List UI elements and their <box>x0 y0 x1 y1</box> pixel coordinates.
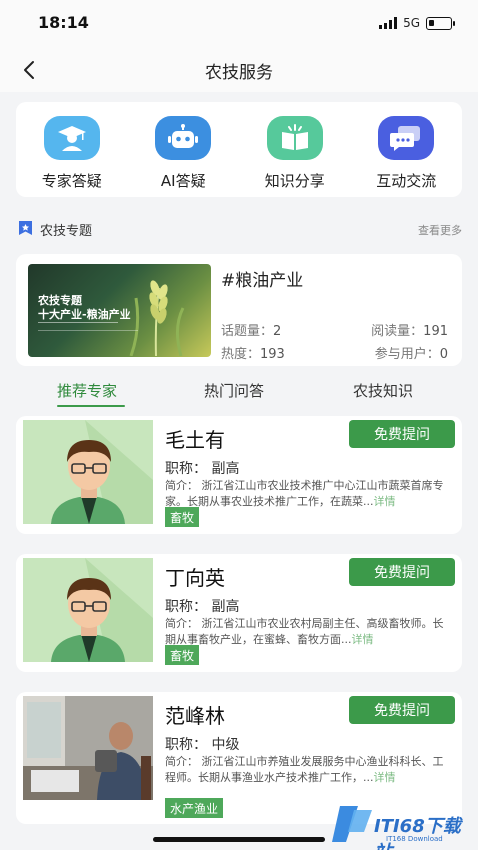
expert-card[interactable]: 丁向英 免费提问 职称： 副高 简介： 浙江省江山市农业农村局副主任、高级畜牧师… <box>16 554 462 672</box>
watermark-subtext: IT168 Download <box>386 835 443 843</box>
free-ask-button[interactable]: 免费提问 <box>349 696 455 724</box>
expert-title: 职称： 副高 <box>165 461 240 477</box>
expert-tag: 水产渔业 <box>165 798 224 818</box>
content-tabs: 推荐专家 热门问答 农技知识 <box>16 372 462 408</box>
stat-topic-count: 话题量：2 <box>221 324 282 339</box>
chat-icon <box>378 116 435 160</box>
expert-avatar <box>23 558 153 662</box>
tab-agri-knowledge[interactable]: 农技知识 <box>353 380 413 401</box>
topic-cover-image: 农技专题 十大产业-粮油产业 <box>28 264 211 357</box>
watermark-logo-icon <box>332 806 372 842</box>
stat-read-count: 阅读量：191 <box>371 324 448 339</box>
topic-section-header: 农技专题 查看更多 <box>16 218 462 240</box>
topic-title: #粮油产业 <box>221 271 304 291</box>
section-title: 农技专题 <box>40 224 93 239</box>
view-more-link[interactable]: 查看更多 <box>418 222 462 238</box>
expert-avatar <box>23 420 153 524</box>
expert-photo <box>23 696 153 800</box>
page-title: 农技服务 <box>205 63 273 83</box>
watermark: ITI68下载站 IT168 Download <box>330 800 478 850</box>
service-label: 专家答疑 <box>41 172 102 190</box>
status-indicators: 5G <box>379 16 455 30</box>
tab-hot-qa[interactable]: 热门问答 <box>204 380 264 401</box>
service-label: 知识分享 <box>264 172 325 190</box>
expert-intro: 简介： 浙江省江山市养殖业发展服务中心渔业科科长、工程师。长期从事渔业水产技术推… <box>165 755 444 784</box>
battery-icon <box>426 16 455 30</box>
detail-link[interactable]: 详情 <box>374 771 396 784</box>
service-grid: 专家答疑 AI答疑 知识分享 互动交流 <box>16 102 462 197</box>
service-label: 互动交流 <box>376 172 437 190</box>
expert-name: 毛土有 <box>165 428 225 452</box>
nav-bar: 农技服务 <box>0 48 478 92</box>
bookmark-star-icon <box>19 221 32 235</box>
signal-icon <box>379 17 398 29</box>
expert-card[interactable]: 毛土有 免费提问 职称： 副高 简介： 浙江省江山市农业技术推广中心江山市蔬菜首… <box>16 416 462 534</box>
service-expert-qa[interactable]: 专家答疑 <box>27 116 117 197</box>
status-bar: 18:14 5G <box>0 0 478 48</box>
detail-link[interactable]: 详情 <box>374 495 396 508</box>
book-icon <box>266 116 323 160</box>
network-label: 5G <box>403 16 420 30</box>
expert-tag: 畜牧 <box>165 507 200 527</box>
robot-icon <box>155 116 212 160</box>
cover-line-2: 十大产业-粮油产业 <box>38 308 131 321</box>
expert-title: 职称： 副高 <box>165 599 240 615</box>
expert-name: 丁向英 <box>165 566 225 590</box>
active-tab-indicator <box>57 405 125 407</box>
tab-recommended-experts[interactable]: 推荐专家 <box>57 380 117 401</box>
free-ask-button[interactable]: 免费提问 <box>349 558 455 586</box>
detail-link[interactable]: 详情 <box>352 633 374 646</box>
expert-graduate-icon <box>43 116 100 160</box>
expert-intro: 简介： 浙江省江山市农业技术推广中心江山市蔬菜首席专家。长期从事农业技术推广工作… <box>165 479 444 508</box>
service-label: AI答疑 <box>160 172 206 190</box>
stat-participants: 参与用户：0 <box>374 347 448 362</box>
wheat-illustration <box>129 280 185 356</box>
service-knowledge[interactable]: 知识分享 <box>250 116 340 197</box>
topic-card[interactable]: 农技专题 十大产业-粮油产业 #粮油产业 话题量：2 阅读量：191 热度：19… <box>16 254 462 366</box>
stat-heat: 热度：193 <box>221 347 285 362</box>
status-time: 18:14 <box>38 13 89 32</box>
home-indicator[interactable] <box>153 837 325 842</box>
expert-name: 范峰林 <box>165 704 225 728</box>
expert-title: 职称： 中级 <box>165 737 240 753</box>
expert-intro: 简介： 浙江省江山市农业农村局副主任、高级畜牧师。长期从事畜牧产业，在蜜蜂、畜牧… <box>165 617 444 646</box>
service-interaction[interactable]: 互动交流 <box>361 116 451 197</box>
watermark-text: ITI68下载站 <box>374 816 461 850</box>
expert-tag: 畜牧 <box>165 645 200 665</box>
service-ai-qa[interactable]: AI答疑 <box>138 116 228 197</box>
free-ask-button[interactable]: 免费提问 <box>349 420 455 448</box>
